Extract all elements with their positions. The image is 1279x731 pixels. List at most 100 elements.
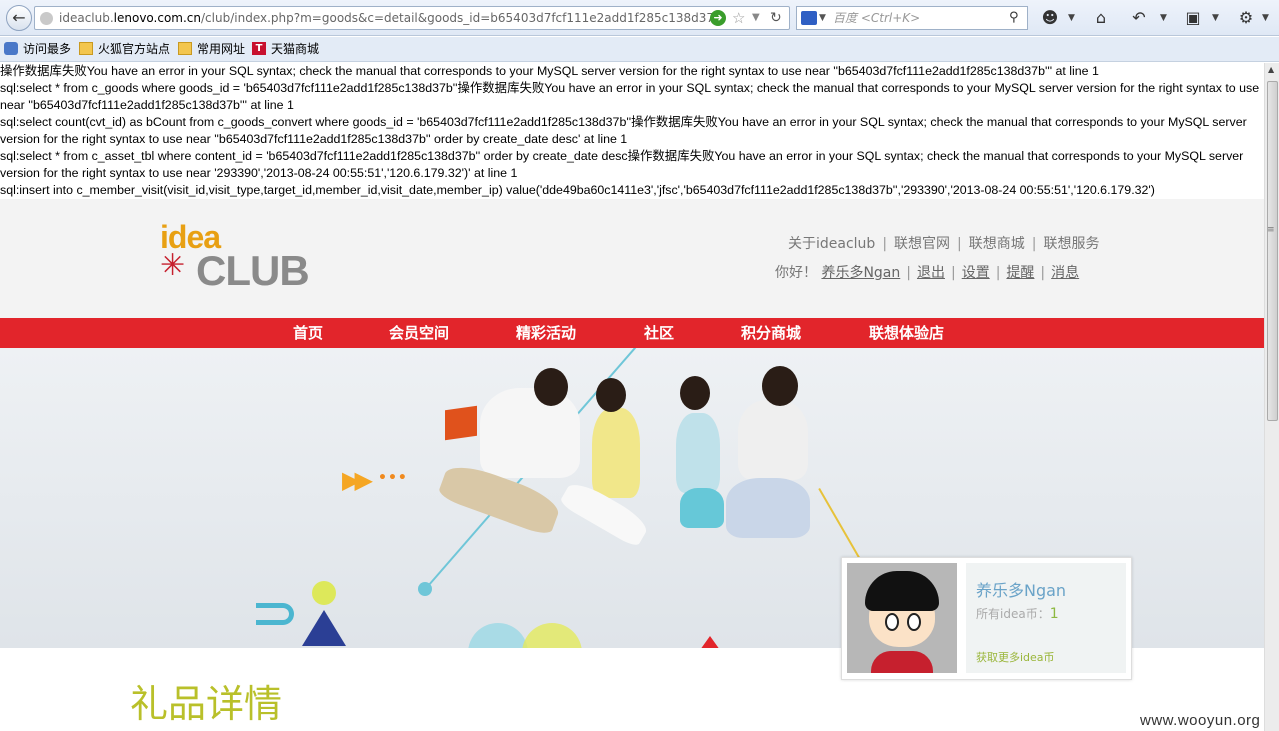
separator: |	[1040, 265, 1046, 281]
watermark: www.wooyun.org	[1140, 712, 1261, 729]
scrollbar-thumb[interactable]	[1267, 81, 1278, 421]
circle-decoration	[522, 623, 582, 648]
triangle-decoration	[700, 636, 720, 648]
avatar-shirt	[871, 651, 933, 673]
browser-toolbar: ← ideaclub.lenovo.com.cn/club/index.php?…	[0, 0, 1279, 36]
main-nav: 首页 会员空间 精彩活动 社区 积分商城 联想体验店	[0, 318, 1264, 348]
engine-dropdown-icon[interactable]: ▼	[819, 7, 826, 29]
nav-home[interactable]: 首页	[293, 318, 323, 348]
ideaclub-logo[interactable]: idea ✳ CLUB	[160, 219, 320, 297]
addon-dropdown-icon[interactable]: ▼	[1068, 6, 1075, 30]
link-lenovo-official[interactable]: 联想官网	[894, 236, 950, 252]
avatar-eye	[907, 613, 921, 631]
scroll-up-icon[interactable]: ▲	[1268, 65, 1274, 74]
address-bar[interactable]: ideaclub.lenovo.com.cn/club/index.php?m=…	[34, 6, 790, 30]
triangle-decoration	[302, 610, 346, 646]
reminders-link[interactable]: 提醒	[1006, 265, 1034, 281]
get-more-coins-link[interactable]: 获取更多idea币	[976, 649, 1055, 665]
nav-community[interactable]: 社区	[644, 318, 674, 348]
coins-value: 1	[1049, 606, 1059, 622]
username-link[interactable]: 养乐多Ngan	[821, 265, 900, 281]
person-1-head	[534, 368, 568, 406]
separator: |	[957, 236, 962, 252]
coins-balance: 所有idea币：1	[976, 605, 1059, 622]
bookmark-common-sites[interactable]: 常用网址	[178, 37, 245, 61]
home-icon[interactable]: ⌂	[1089, 6, 1113, 30]
person-3-head	[680, 376, 710, 410]
dots-decoration: •••	[378, 470, 408, 486]
search-bar[interactable]: ▼ 百度 <Ctrl+K> ⚲	[796, 6, 1028, 30]
error-line: sql:select * from c_goods where goods_id…	[0, 81, 1260, 112]
page-content: 操作数据库失败You have an error in your SQL syn…	[0, 63, 1264, 731]
user-card: 养乐多Ngan 所有idea币：1 获取更多idea币	[841, 557, 1132, 680]
site-header: idea ✳ CLUB 关于ideaclub | 联想官网 | 联想商城 | 联想服务 你好…	[0, 199, 1264, 318]
search-placeholder: 百度 <Ctrl+K>	[833, 11, 921, 25]
most-visited-icon	[4, 42, 18, 55]
logout-link[interactable]: 退出	[917, 265, 945, 281]
bookmark-label: 天猫商城	[271, 42, 320, 56]
search-icon[interactable]: ⚲	[1009, 7, 1019, 29]
menu-dropdown-icon[interactable]: ▼	[1262, 6, 1269, 30]
url-path: /club/index.php?m=goods&c=detail&goods_i…	[201, 11, 725, 25]
nav-member-space[interactable]: 会员空间	[389, 318, 449, 348]
tmall-icon: T	[252, 42, 266, 55]
person-1-shirt	[480, 388, 580, 478]
bookmark-label: 火狐官方站点	[98, 42, 171, 56]
user-links: 你好！ 养乐多Ngan | 退出 | 设置 | 提醒 | 消息	[775, 262, 1079, 282]
crop-screenshot-icon[interactable]: ▣	[1181, 6, 1205, 30]
link-lenovo-service[interactable]: 联想服务	[1043, 236, 1099, 252]
reload-icon[interactable]: ↻	[770, 7, 782, 29]
nav-points-mall[interactable]: 积分商城	[741, 318, 801, 348]
bookmark-star-icon[interactable]: ☆	[732, 7, 745, 29]
avatar-eye	[885, 613, 899, 631]
menu-icon[interactable]: ⚙	[1234, 6, 1258, 30]
shape-decoration	[256, 603, 294, 625]
circle-decoration	[312, 581, 336, 605]
url-host: lenovo.com.cn	[113, 11, 202, 25]
person-3-top	[676, 413, 720, 493]
messages-link[interactable]: 消息	[1051, 265, 1079, 281]
coins-label: 所有idea币：	[976, 607, 1050, 621]
vertical-scrollbar[interactable]: ▲ ≡	[1264, 63, 1279, 731]
back-arrow-icon[interactable]: ←	[6, 5, 32, 31]
bookmark-most-visited[interactable]: 访问最多	[4, 37, 71, 61]
separator: |	[1031, 236, 1037, 252]
banner-line-yellow	[818, 488, 860, 559]
bookmark-tmall[interactable]: T 天猫商城	[252, 37, 319, 61]
undo-close-icon[interactable]: ↶	[1127, 6, 1151, 30]
error-line: sql:select count(cvt_id) as bCount from …	[0, 115, 1247, 146]
separator: |	[995, 265, 1001, 281]
nav-experience-store[interactable]: 联想体验店	[869, 318, 944, 348]
user-card-info: 养乐多Ngan 所有idea币：1 获取更多idea币	[966, 563, 1126, 673]
person-4-shirt	[738, 400, 808, 480]
dot-decoration	[418, 582, 432, 596]
person-3-shorts	[680, 488, 724, 528]
separator: |	[882, 236, 888, 252]
laptop-graphic	[445, 405, 477, 441]
url-prefix: ideaclub.	[59, 11, 114, 25]
baidu-engine-icon[interactable]	[801, 11, 817, 25]
globe-icon	[40, 12, 53, 25]
undo-dropdown-icon[interactable]: ▼	[1160, 6, 1167, 30]
top-links: 关于ideaclub | 联想官网 | 联想商城 | 联想服务	[788, 233, 1099, 253]
person-4-head	[762, 366, 798, 406]
error-line: 操作数据库失败You have an error in your SQL syn…	[0, 64, 1099, 78]
nav-events[interactable]: 精彩活动	[516, 318, 576, 348]
bookmark-firefox-sites[interactable]: 火狐官方站点	[79, 37, 170, 61]
separator: |	[906, 265, 911, 281]
crop-dropdown-icon[interactable]: ▼	[1212, 6, 1219, 30]
person-2-head	[596, 378, 626, 412]
sql-error-output: 操作数据库失败You have an error in your SQL syn…	[0, 63, 1262, 199]
link-about-ideaclub[interactable]: 关于ideaclub	[788, 236, 875, 252]
fast-forward-icon: ▶▶	[342, 466, 373, 494]
link-lenovo-store[interactable]: 联想商城	[969, 236, 1025, 252]
addon-face-icon[interactable]: ☻	[1038, 6, 1062, 30]
history-dropdown-icon[interactable]: ▼	[752, 7, 760, 29]
user-card-username[interactable]: 养乐多Ngan	[976, 577, 1066, 601]
avatar[interactable]	[847, 563, 957, 673]
settings-link[interactable]: 设置	[962, 265, 990, 281]
url-text[interactable]: ideaclub.lenovo.com.cn/club/index.php?m=…	[59, 7, 725, 29]
bookmark-label: 访问最多	[23, 42, 72, 56]
person-4-shorts	[726, 478, 810, 538]
go-arrow-icon[interactable]: ➜	[710, 10, 726, 26]
